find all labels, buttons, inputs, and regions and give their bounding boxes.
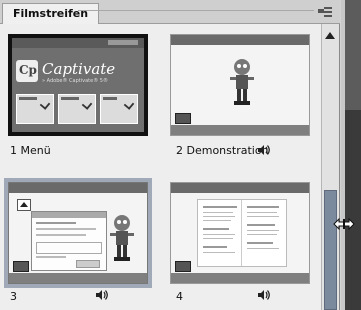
slide-1-logo [108, 40, 138, 45]
slide-thumbnail-1[interactable]: Cp Captivate » Adobe® Captivate® 5® [8, 34, 148, 136]
captivate-logo-icon: Cp [16, 60, 38, 82]
slide-1-subtitle: » Adobe® Captivate® 5® [42, 78, 108, 84]
slide-label-4: 4 [176, 290, 183, 303]
slide-2-footer [171, 125, 309, 135]
horizontal-resize-cursor-icon[interactable] [333, 217, 355, 231]
panel-tab-bar: Filmstreifen [0, 0, 340, 25]
menu-line [324, 11, 332, 13]
slide-object-icon [175, 113, 191, 124]
slide-2-header [171, 35, 309, 45]
adjacent-panel-edge [341, 0, 361, 310]
adjacent-panel-mid [345, 0, 361, 110]
slide-object-icon [175, 261, 191, 272]
slide-label-2: 2 Demonstration [176, 144, 269, 157]
panel-menu-icon[interactable] [318, 6, 332, 18]
embedded-dialog [31, 211, 107, 271]
menu-line [324, 15, 332, 17]
character-figure [109, 213, 135, 265]
filmstrip-panel: Filmstreifen Cp Captivate » Adobe® Capti… [0, 0, 340, 310]
slide-label-3: 3 [10, 290, 17, 303]
open-book-graphic [197, 199, 287, 267]
scroll-up-arrow-icon [17, 199, 31, 211]
slide-item-3[interactable]: 3 [0, 174, 160, 310]
slide-label-1: 1 Menü [10, 144, 51, 157]
slide-object-icon [13, 261, 29, 272]
slide-4-footer [171, 273, 309, 283]
filmstrip-content: Cp Captivate » Adobe® Captivate® 5® 1 Me… [0, 24, 320, 310]
speaker-icon [96, 290, 108, 300]
menu-box-1 [16, 94, 54, 124]
slide-thumbnail-4[interactable] [170, 182, 310, 284]
scrollbar-thumb[interactable] [324, 190, 337, 310]
slide-item-2[interactable]: 2 Demonstration [160, 24, 320, 164]
slide-3-footer [9, 273, 147, 283]
scroll-up-arrow-icon[interactable] [325, 32, 335, 39]
slide-1-background: Cp Captivate » Adobe® Captivate® 5® [12, 38, 144, 132]
slide-3-header [9, 183, 147, 193]
tab-divider [78, 10, 314, 25]
speaker-icon [258, 290, 270, 300]
slide-thumbnail-3[interactable] [8, 182, 148, 284]
menu-line [324, 7, 332, 9]
menu-box-3 [100, 94, 138, 124]
slide-item-4[interactable]: 4 [160, 174, 320, 310]
slide-1-title: Captivate [42, 60, 116, 78]
slide-thumbnail-2[interactable] [170, 34, 310, 136]
slide-item-1[interactable]: Cp Captivate » Adobe® Captivate® 5® 1 Me… [0, 24, 160, 164]
character-figure [229, 57, 255, 109]
vertical-scrollbar[interactable] [321, 24, 339, 310]
slide-4-header [171, 183, 309, 193]
speaker-icon [258, 145, 270, 155]
menu-box-2 [58, 94, 96, 124]
